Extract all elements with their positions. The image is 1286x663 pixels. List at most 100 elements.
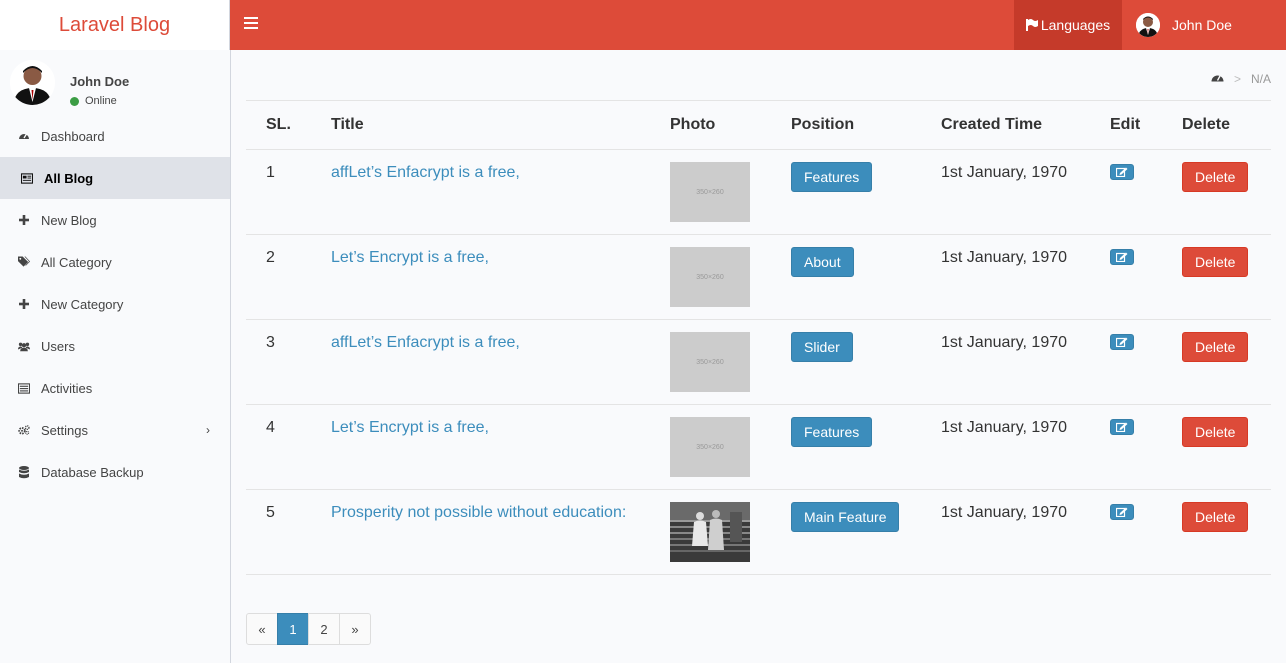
blog-title-link[interactable]: affLet’s Enfacrypt is a free,: [331, 334, 520, 351]
edit-button[interactable]: [1110, 334, 1134, 350]
row-sl: 3: [246, 319, 331, 405]
edit-button[interactable]: [1110, 249, 1134, 265]
logo-text: Laravel Blog: [58, 13, 171, 36]
column-header-photo: Photo: [670, 100, 791, 150]
online-dot-icon: [70, 96, 79, 106]
avatar: [10, 60, 55, 105]
table-header-row: SL. Title Photo Position Created Time Ed…: [246, 100, 1271, 150]
edit-icon: [1116, 422, 1128, 432]
pagination-page-2[interactable]: 2: [308, 613, 340, 645]
dashboard-icon[interactable]: [1211, 72, 1224, 86]
column-header-title: Title: [331, 100, 670, 150]
status-badge: Online: [70, 95, 117, 107]
sidebar-item-new-blog[interactable]: New Blog: [0, 199, 230, 241]
blog-title-link[interactable]: Let’s Encrypt is a free,: [331, 249, 489, 266]
row-sl: 4: [246, 404, 331, 490]
sidebar-item-label: Users: [41, 338, 75, 354]
created-time: 1st January, 1970: [941, 489, 1110, 575]
blog-title-link[interactable]: affLet’s Enfacrypt is a free,: [331, 164, 520, 181]
photo-placeholder-text: 350×260: [696, 358, 724, 366]
row-sl: 1: [246, 149, 331, 235]
photo-placeholder-text: 350×260: [696, 443, 724, 451]
table-row: 4 Let’s Encrypt is a free, 350×260 Featu…: [246, 404, 1271, 490]
sidebar-menu: Dashboard All Blog New Blog All Category…: [0, 115, 230, 493]
sidebar-item-activities[interactable]: Activities: [0, 367, 230, 409]
column-header-delete: Delete: [1182, 100, 1271, 150]
delete-button[interactable]: Delete: [1182, 417, 1249, 447]
position-button[interactable]: Features: [791, 162, 873, 192]
blog-table: SL. Title Photo Position Created Time Ed…: [246, 100, 1271, 575]
edit-button[interactable]: [1110, 164, 1134, 180]
sidebar-user-name: John Doe: [70, 74, 130, 89]
breadcrumb: > N/A: [1211, 72, 1271, 86]
edit-icon: [1116, 252, 1128, 262]
languages-button[interactable]: Languages: [1014, 0, 1122, 50]
user-menu[interactable]: John Doe: [1122, 0, 1232, 50]
position-button[interactable]: Features: [791, 417, 873, 447]
blog-photo: [670, 502, 750, 562]
sidebar-item-all-category[interactable]: All Category: [0, 241, 230, 283]
position-button[interactable]: Main Feature: [791, 502, 900, 532]
top-navbar: Languages John Doe: [230, 0, 1286, 50]
photo-placeholder-text: 350×260: [696, 273, 724, 281]
table-row: 2 Let’s Encrypt is a free, 350×260 About…: [246, 234, 1271, 320]
sidebar-toggle-icon[interactable]: [244, 17, 258, 33]
sidebar-item-label: New Category: [41, 296, 124, 312]
edit-button[interactable]: [1110, 419, 1134, 435]
photo-placeholder-text: 350×260: [696, 188, 724, 196]
sidebar-item-label: All Category: [41, 254, 112, 270]
tags-icon: [18, 256, 30, 268]
blog-title-link[interactable]: Let’s Encrypt is a free,: [331, 419, 489, 436]
edit-button[interactable]: [1110, 504, 1134, 520]
sidebar: John Doe Online Dashboard All Blog New B…: [0, 50, 231, 663]
row-sl: 2: [246, 234, 331, 320]
sidebar-item-label: All Blog: [44, 170, 94, 186]
pagination-next[interactable]: »: [339, 613, 371, 645]
topbar-user-name: John Doe: [1172, 17, 1232, 33]
plus-icon: [18, 298, 30, 310]
breadcrumb-current: N/A: [1250, 72, 1271, 86]
edit-icon: [1116, 507, 1128, 517]
languages-label: Languages: [1040, 17, 1111, 33]
delete-button[interactable]: Delete: [1182, 502, 1249, 532]
flag-icon: [1025, 19, 1038, 31]
users-icon: [18, 340, 30, 352]
sidebar-item-database-backup[interactable]: Database Backup: [0, 451, 230, 493]
delete-button[interactable]: Delete: [1182, 162, 1249, 192]
plus-icon: [18, 214, 30, 226]
column-header-created-time: Created Time: [941, 100, 1110, 150]
logo[interactable]: Laravel Blog: [0, 0, 230, 50]
blog-photo-placeholder: 350×260: [670, 162, 750, 222]
sidebar-item-label: New Blog: [41, 212, 97, 228]
edit-icon: [1116, 167, 1128, 177]
blog-photo-placeholder: 350×260: [670, 417, 750, 477]
delete-button[interactable]: Delete: [1182, 247, 1249, 277]
blog-title-link[interactable]: Prosperity not possible without educatio…: [331, 504, 626, 521]
sidebar-item-all-blog[interactable]: All Blog: [0, 157, 230, 199]
avatar: [1136, 13, 1160, 37]
sidebar-item-new-category[interactable]: New Category: [0, 283, 230, 325]
blog-photo-placeholder: 350×260: [670, 332, 750, 392]
sidebar-item-dashboard[interactable]: Dashboard: [0, 115, 230, 157]
sidebar-item-users[interactable]: Users: [0, 325, 230, 367]
position-button[interactable]: About: [791, 247, 854, 277]
column-header-position: Position: [791, 100, 941, 150]
newspaper-icon: [21, 172, 33, 184]
database-icon: [18, 465, 30, 478]
chevron-right-icon: ›: [206, 423, 210, 437]
pagination-prev[interactable]: «: [246, 613, 278, 645]
sidebar-item-settings[interactable]: Settings ›: [0, 409, 230, 451]
created-time: 1st January, 1970: [941, 404, 1110, 490]
position-button[interactable]: Slider: [791, 332, 853, 362]
created-time: 1st January, 1970: [941, 149, 1110, 235]
status-text: Online: [85, 95, 117, 107]
main-content: > N/A SL. Title Photo Position Created T…: [231, 50, 1286, 663]
delete-button[interactable]: Delete: [1182, 332, 1249, 362]
sidebar-item-label: Settings: [41, 422, 88, 438]
dashboard-icon: [18, 130, 30, 142]
edit-icon: [1116, 337, 1128, 347]
created-time: 1st January, 1970: [941, 234, 1110, 320]
pagination-page-1[interactable]: 1: [277, 613, 309, 645]
breadcrumb-separator: >: [1233, 72, 1241, 86]
blog-photo-placeholder: 350×260: [670, 247, 750, 307]
